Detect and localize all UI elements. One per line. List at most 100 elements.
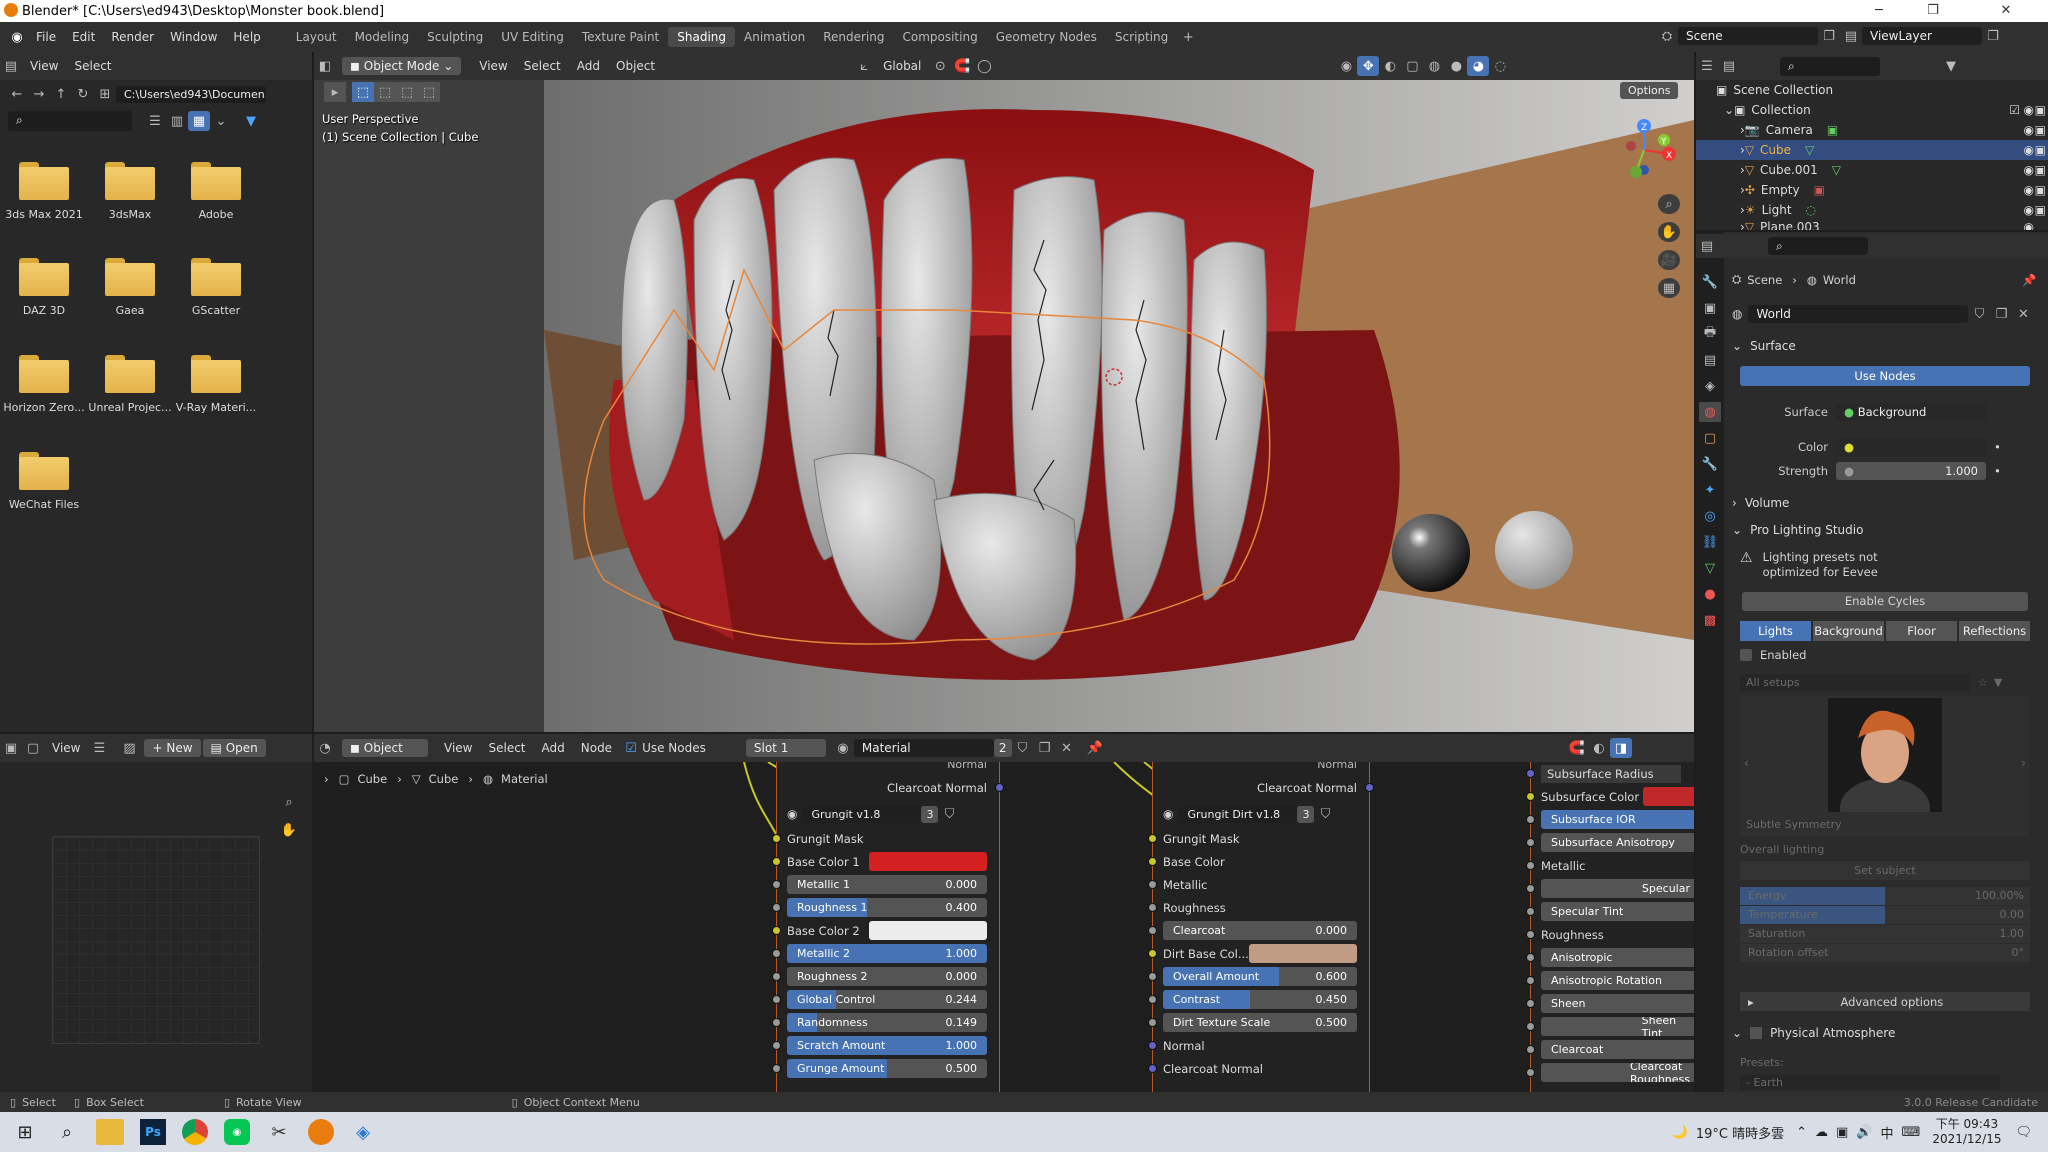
surface-panel-header[interactable]: ⌄ Surface [1732,339,2028,353]
randomness-field[interactable]: Randomness 0.149 [787,1013,987,1032]
fake-user-icon[interactable]: ⛉ [1968,304,1990,324]
menu-window[interactable]: Window [162,30,225,44]
socket-dot[interactable] [772,972,781,981]
group-users[interactable]: 3 [921,805,939,823]
specular-field[interactable]: Specular [1541,879,1694,898]
node-group-selector[interactable]: Grungit v1.8 [803,805,922,823]
subsurface-anisotropy-field[interactable]: Subsurface Anisotropy [1541,833,1694,852]
refresh-icon[interactable]: ↻ [72,84,94,104]
folder-item[interactable]: 3dsMax [86,162,174,221]
socket-dot[interactable] [1526,999,1535,1008]
energy-slider[interactable]: Energy 100.00% [1740,887,2030,905]
blender-menu-icon[interactable]: ◉ [6,27,28,47]
options-button[interactable]: Options [1620,82,1679,99]
folder-item[interactable]: V-Ray Materi... [172,355,260,414]
view-mode-icon[interactable]: ▢ [22,738,44,758]
folder-item[interactable]: Horizon Zero... [0,355,88,414]
pan-hand-icon[interactable]: ✋ [1658,222,1680,242]
subsurface-color-swatch[interactable] [1643,787,1694,806]
sheen-tint-field[interactable]: Sheen Tint [1541,1017,1694,1036]
parent-dir-icon[interactable]: ↑ [50,84,72,104]
contrast-field[interactable]: Contrast 0.450 [1163,990,1357,1009]
editor-type-icon[interactable]: ▤ [1696,236,1718,256]
output-tab-icon[interactable]: 🖶 [1699,324,1721,344]
vp-menu-view[interactable]: View [471,57,515,75]
tool-tab-icon[interactable]: 🔧 [1699,272,1721,292]
use-nodes-button[interactable]: Use Nodes [1740,366,2030,386]
checkbox-icon[interactable]: ☑ [2009,103,2020,117]
filter-icon[interactable]: ▼ [1994,676,2002,689]
socket-dot[interactable] [1148,995,1157,1004]
overall-amount-field[interactable]: Overall Amount 0.600 [1163,967,1357,986]
render-icon[interactable]: ▣ [2035,163,2046,177]
perspective-toggle-icon[interactable]: ▦ [1658,278,1680,298]
dirt-color-swatch[interactable] [1249,944,1357,963]
maximize-button[interactable]: ❐ [1910,0,1956,22]
add-workspace-icon[interactable]: + [1177,27,1199,47]
image-canvas-grid[interactable] [52,836,260,1044]
outliner-item-cube001[interactable]: › ▽ Cube.001 ▽ ◉ ▣ [1696,160,2048,180]
properties-search[interactable]: ⌕ [1768,237,1868,255]
filter-icon[interactable]: ▼ [1940,56,1962,76]
physics-tab-icon[interactable]: ◎ [1699,506,1721,526]
metallic-2-field[interactable]: Metallic 2 1.000 [787,944,987,963]
tray-chevron-icon[interactable]: ⌃ [1796,1125,1807,1140]
editor-type-icon[interactable]: ☰ [1696,56,1718,76]
image-browse-icon[interactable]: ▨ [118,738,140,758]
tab-modeling[interactable]: Modeling [346,27,419,47]
keyframe-icon[interactable]: • [1994,464,2001,478]
grungit-node[interactable]: Normal Clearcoat Normal ◉ Grungit v1.8 3… [772,762,1004,1102]
socket-dot[interactable] [772,949,781,958]
render-icon[interactable]: ▣ [2035,203,2046,217]
roughness-2-field[interactable]: Roughness 2 0.000 [787,967,987,986]
preset-earth[interactable]: - Earth [1740,1075,2000,1090]
gizmo-icon[interactable]: ✥ [1357,56,1380,76]
principled-bsdf-node[interactable]: Subsurface Radius Subsurface Color Subsu… [1526,762,1694,1102]
specular-tint-field[interactable]: Specular Tint [1541,902,1694,921]
socket-dot[interactable] [1526,1045,1535,1054]
use-nodes-checkbox[interactable]: ☑ [620,738,642,758]
socket-dot[interactable] [772,903,781,912]
strength-field[interactable]: ● 1.000 [1836,462,1986,480]
slot-selector[interactable]: Slot 1 [745,739,826,757]
navigation-gizmo[interactable]: X Z Y [1604,110,1684,190]
saturation-slider[interactable]: Saturation 1.00 [1740,925,2030,943]
3d-viewport[interactable]: ◧ ◼ Object Mode ⌄ View Select Add Object… [314,52,1694,732]
folder-item[interactable]: WeChat Files [0,452,88,511]
ne-menu-select[interactable]: Select [480,739,533,757]
clearcoat-field[interactable]: Clearcoat [1541,1040,1694,1059]
file-explorer-icon[interactable] [96,1119,124,1145]
outliner-item-camera[interactable]: › 📷 Camera ▣ ◉ ▣ [1696,120,2048,140]
data-tab-icon[interactable]: ▽ [1699,558,1721,578]
eye-icon[interactable]: ◉ [2024,163,2034,177]
weather-text[interactable]: 19°C 晴時多雲 [1696,1123,1784,1142]
socket-dot[interactable] [1148,834,1157,843]
tab-reflections[interactable]: Reflections [1959,621,2030,641]
socket-dot[interactable] [1365,783,1374,792]
vp-menu-add[interactable]: Add [569,57,608,75]
mode-selector[interactable]: ◼ Object Mode ⌄ [342,57,462,75]
duplicate-icon[interactable]: ❐ [1990,304,2012,324]
editor-type-icon[interactable]: ◔ [314,738,336,758]
xray-icon[interactable]: ▢ [1401,56,1423,76]
select-extend-icon[interactable]: ⬚ [374,82,396,102]
socket-dot[interactable] [1526,930,1535,939]
set-subject-button[interactable]: Set subject [1740,861,2030,880]
material-shading-icon[interactable]: ◕ [1467,56,1490,76]
clearcoat-field[interactable]: Clearcoat 0.000 [1163,921,1357,940]
collection-row[interactable]: ⌄ ▣ Collection ☑ ◉ ▣ [1696,100,2048,120]
tab-scripting[interactable]: Scripting [1106,27,1177,47]
close-button[interactable]: ✕ [1964,0,2048,22]
enabled-checkbox[interactable] [1740,649,1752,661]
atmosphere-checkbox[interactable] [1750,1027,1763,1039]
overlay-icon[interactable]: ◐ [1588,738,1610,758]
material-tab-icon[interactable]: ● [1699,584,1721,604]
rotation-offset-slider[interactable]: Rotation offset 0° [1740,944,2030,962]
render-icon[interactable]: ▣ [2035,183,2046,197]
socket-dot[interactable] [1526,815,1535,824]
outliner-item-cube[interactable]: › ▽ Cube ▽ ◉ ▣ [1696,140,2048,160]
dirt-texture-scale-field[interactable]: Dirt Texture Scale 0.500 [1163,1013,1357,1032]
socket-dot[interactable] [1148,1064,1157,1073]
object-tab-icon[interactable]: ▢ [1699,428,1721,448]
material-browse-icon[interactable]: ◉ [832,738,854,758]
